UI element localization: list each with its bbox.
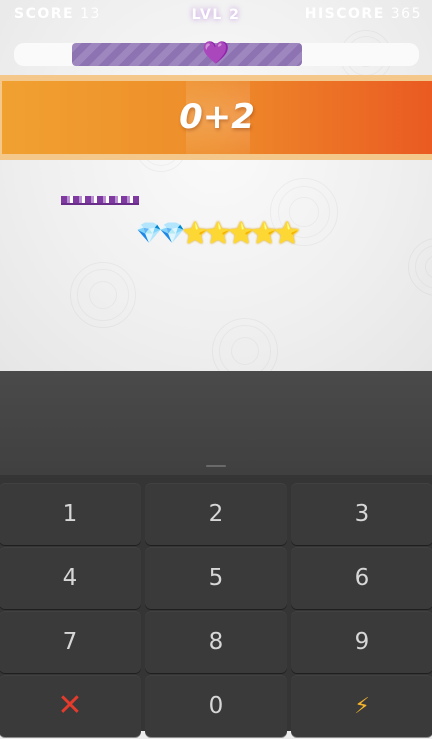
gem-icon: 💎 xyxy=(136,221,163,245)
key-1[interactable]: 1 xyxy=(0,483,141,545)
keypad: 1 2 3 4 5 6 7 8 9 ✕ 0 ⚡ xyxy=(0,475,432,737)
key-label: 3 xyxy=(354,501,370,527)
key-label: 5 xyxy=(208,565,224,591)
key-8[interactable]: 8 xyxy=(145,611,287,673)
equation-banner: 0+2 xyxy=(0,75,432,160)
star-icon: ⭐ xyxy=(274,221,301,245)
heart-icon: 💜 xyxy=(202,41,230,66)
key-label: 6 xyxy=(354,565,370,591)
equation-banner-inner: 0+2 xyxy=(2,81,432,154)
equation-text: 0+2 xyxy=(179,97,255,137)
hiscore-label: HISCORE xyxy=(304,6,385,22)
timer-bar xyxy=(61,196,139,205)
key-7[interactable]: 7 xyxy=(0,611,141,673)
play-area: SCORE 13 LVL 2 HISCORE 365 💜 0+2 💎 💎 ⭐ ⭐ ⭐ ⭐ ⭐ xyxy=(0,0,432,371)
key-label: 8 xyxy=(208,629,224,655)
drag-handle[interactable] xyxy=(206,465,226,467)
rewards-row: 💎 💎 ⭐ ⭐ ⭐ ⭐ ⭐ xyxy=(136,219,301,247)
background-rose-decoration xyxy=(70,262,136,328)
boost-button[interactable]: ⚡ xyxy=(291,675,432,737)
key-label: 1 xyxy=(62,501,78,527)
key-0[interactable]: 0 xyxy=(145,675,287,737)
key-label: 0 xyxy=(208,693,224,719)
gem-icon: 💎 xyxy=(159,221,186,245)
level-progress-fill xyxy=(72,43,302,66)
hiscore: HISCORE 365 xyxy=(305,6,422,22)
key-5[interactable]: 5 xyxy=(145,547,287,609)
lightning-icon: ⚡ xyxy=(354,694,370,719)
key-label: 7 xyxy=(62,629,78,655)
clear-button[interactable]: ✕ xyxy=(0,675,141,737)
background-rose-decoration xyxy=(408,238,432,296)
key-3[interactable]: 3 xyxy=(291,483,432,545)
key-label: 2 xyxy=(208,501,224,527)
key-4[interactable]: 4 xyxy=(0,547,141,609)
star-icon: ⭐ xyxy=(228,221,255,245)
key-label: 4 xyxy=(62,565,78,591)
key-2[interactable]: 2 xyxy=(145,483,287,545)
key-label: 9 xyxy=(354,629,370,655)
hud: SCORE 13 LVL 2 HISCORE 365 xyxy=(0,6,432,26)
keypad-header xyxy=(0,371,432,475)
star-icon: ⭐ xyxy=(205,221,232,245)
star-icon: ⭐ xyxy=(251,221,278,245)
key-9[interactable]: 9 xyxy=(291,611,432,673)
star-icon: ⭐ xyxy=(182,221,209,245)
hiscore-value: 365 xyxy=(390,6,422,22)
close-icon: ✕ xyxy=(57,688,83,723)
key-6[interactable]: 6 xyxy=(291,547,432,609)
background-rose-decoration xyxy=(212,318,278,371)
